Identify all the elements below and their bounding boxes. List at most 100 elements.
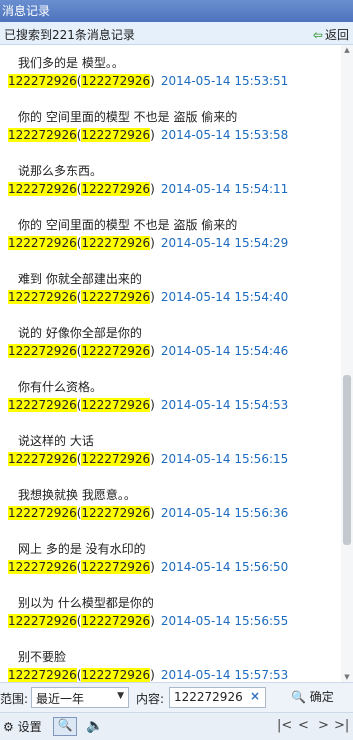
message-item: 你的 空间里面的模型 不也是 盗版 偷来的 122272926(12227292… — [0, 99, 341, 153]
message-time: 2014-05-14 15:56:50 — [160, 560, 289, 574]
settings-button[interactable]: ⚙ 设置 — [3, 718, 42, 735]
message-meta: 122272926(122272926) 2014-05-14 15:54:40 — [8, 290, 289, 304]
sender-id: 122272926 — [81, 452, 151, 466]
speaker-icon[interactable]: 🔈 — [86, 718, 103, 734]
message-text: 难到 你就全部建出来的 — [18, 272, 142, 286]
message-item: 说的 好像你全部是你的 122272926(122272926) 2014-05-… — [0, 315, 341, 369]
search-result-bar: 已搜索到221条消息记录 ⇦ 返回 — [0, 22, 353, 45]
content-search-input[interactable]: 122272926 × — [169, 687, 266, 708]
message-text: 网上 多的是 没有水印的 — [18, 542, 146, 556]
message-meta: 122272926(122272926) 2014-05-14 15:54:11 — [8, 182, 289, 196]
sender-id: 122272926 — [81, 74, 151, 88]
message-time: 2014-05-14 15:54:46 — [160, 344, 289, 358]
message-meta: 122272926(122272926) 2014-05-14 15:53:58 — [8, 128, 289, 142]
message-item: 我想换就换 我愿意。。 122272926(122272926) 2014-05-… — [0, 477, 341, 531]
message-time: 2014-05-14 15:53:58 — [160, 128, 289, 142]
message-item: 我们多的是 模型。。 122272926(122272926) 2014-05-1… — [0, 45, 341, 99]
sender-name: 122272926 — [8, 668, 77, 682]
gear-icon: ⚙ — [3, 720, 14, 734]
message-item: 网上 多的是 没有水印的 122272926(122272926) 2014-05… — [0, 531, 341, 585]
back-label: 返回 — [324, 28, 349, 42]
sender-name: 122272926 — [8, 128, 77, 142]
range-label: 范围: — [0, 692, 29, 706]
message-text: 说的 好像你全部是你的 — [18, 326, 142, 340]
sender-id: 122272926 — [81, 182, 151, 196]
message-time: 2014-05-14 15:57:53 — [160, 668, 289, 682]
sender-name: 122272926 — [8, 614, 77, 628]
message-item: 说那么多东西。 122272926(122272926) 2014-05-14 1… — [0, 153, 341, 207]
sender-id: 122272926 — [81, 614, 151, 628]
first-page-icon[interactable]: |< — [277, 718, 292, 733]
message-time: 2014-05-14 15:54:11 — [160, 182, 289, 196]
sender-id: 122272926 — [81, 668, 151, 682]
sender-name: 122272926 — [8, 506, 77, 520]
message-item: 难到 你就全部建出来的 122272926(122272926) 2014-05-… — [0, 261, 341, 315]
next-page-icon[interactable]: > — [318, 718, 329, 733]
confirm-button[interactable]: 🔍 确定 — [291, 688, 334, 705]
sender-id: 122272926 — [81, 398, 151, 412]
range-select[interactable]: 最近一年 ▼ — [31, 687, 129, 708]
message-text: 我想换就换 我愿意。。 — [18, 488, 136, 502]
message-meta: 122272926(122272926) 2014-05-14 15:56:36 — [8, 506, 289, 520]
message-text: 你有什么资格。 — [18, 380, 103, 394]
settings-label: 设置 — [17, 720, 42, 734]
sender-id: 122272926 — [81, 560, 151, 574]
message-time: 2014-05-14 15:53:51 — [160, 74, 289, 88]
message-meta: 122272926(122272926) 2014-05-14 15:56:55 — [8, 614, 289, 628]
message-item: 你的 空间里面的模型 不也是 盗版 偷来的 122272926(12227292… — [0, 207, 341, 261]
message-meta: 122272926(122272926) 2014-05-14 15:54:29 — [8, 236, 289, 250]
clear-icon[interactable]: × — [250, 689, 260, 703]
message-text: 说那么多东西。 — [18, 164, 103, 178]
scroll-down-icon[interactable]: ▼ — [341, 672, 353, 682]
message-item: 别以为 什么模型都是你的 122272926(122272926) 2014-05… — [0, 585, 341, 639]
filter-bar: 范围: 最近一年 ▼ 内容: 122272926 × 🔍 确定 — [0, 682, 353, 712]
search-toggle-button[interactable]: 🔍 — [53, 717, 77, 736]
message-time: 2014-05-14 15:56:15 — [160, 452, 289, 466]
back-arrow-icon: ⇦ — [312, 28, 323, 42]
sender-name: 122272926 — [8, 182, 77, 196]
message-list: 我们多的是 模型。。 122272926(122272926) 2014-05-1… — [0, 45, 341, 682]
sender-id: 122272926 — [81, 290, 151, 304]
sender-name: 122272926 — [8, 560, 77, 574]
content-value: 122272926 — [174, 690, 243, 704]
message-meta: 122272926(122272926) 2014-05-14 15:54:53 — [8, 398, 289, 412]
prev-page-icon[interactable]: < — [298, 718, 309, 733]
search-icon: 🔍 — [57, 718, 73, 732]
message-time: 2014-05-14 15:54:53 — [160, 398, 289, 412]
magnifier-icon: 🔍 — [291, 690, 306, 704]
message-item: 别不要脸 122272926(122272926) 2014-05-14 15:5… — [0, 639, 341, 682]
message-item: 说这样的 大话 122272926(122272926) 2014-05-14 1… — [0, 423, 341, 477]
vertical-scrollbar[interactable]: ▲ ▼ — [341, 45, 353, 682]
message-text: 别以为 什么模型都是你的 — [18, 596, 154, 610]
message-meta: 122272926(122272926) 2014-05-14 15:54:46 — [8, 344, 289, 358]
message-time: 2014-05-14 15:54:29 — [160, 236, 289, 250]
sender-id: 122272926 — [81, 506, 151, 520]
message-meta: 122272926(122272926) 2014-05-14 15:57:53 — [8, 668, 289, 682]
window-title: 消息记录 — [0, 0, 353, 22]
sender-name: 122272926 — [8, 236, 77, 250]
message-meta: 122272926(122272926) 2014-05-14 15:56:15 — [8, 452, 289, 466]
scroll-up-icon[interactable]: ▲ — [341, 45, 353, 55]
message-text: 说这样的 大话 — [18, 434, 94, 448]
message-meta: 122272926(122272926) 2014-05-14 15:53:51 — [8, 74, 289, 88]
message-time: 2014-05-14 15:56:36 — [160, 506, 289, 520]
sender-id: 122272926 — [81, 344, 151, 358]
last-page-icon[interactable]: >| — [334, 718, 349, 733]
dropdown-arrow-icon: ▼ — [117, 691, 124, 701]
back-button[interactable]: ⇦ 返回 — [313, 26, 349, 43]
message-text: 别不要脸 — [18, 650, 67, 664]
sender-id: 122272926 — [81, 236, 151, 250]
message-meta: 122272926(122272926) 2014-05-14 15:56:50 — [8, 560, 289, 574]
sender-name: 122272926 — [8, 74, 77, 88]
sender-name: 122272926 — [8, 344, 77, 358]
message-time: 2014-05-14 15:56:55 — [160, 614, 289, 628]
search-summary: 已搜索到221条消息记录 — [4, 28, 135, 42]
range-value: 最近一年 — [36, 692, 85, 706]
message-text: 你的 空间里面的模型 不也是 盗版 偷来的 — [18, 110, 238, 124]
scroll-thumb[interactable] — [343, 375, 351, 545]
sender-name: 122272926 — [8, 398, 77, 412]
message-time: 2014-05-14 15:54:40 — [160, 290, 289, 304]
sender-name: 122272926 — [8, 452, 77, 466]
confirm-label: 确定 — [309, 690, 334, 704]
message-item: 你有什么资格。 122272926(122272926) 2014-05-14 1… — [0, 369, 341, 423]
